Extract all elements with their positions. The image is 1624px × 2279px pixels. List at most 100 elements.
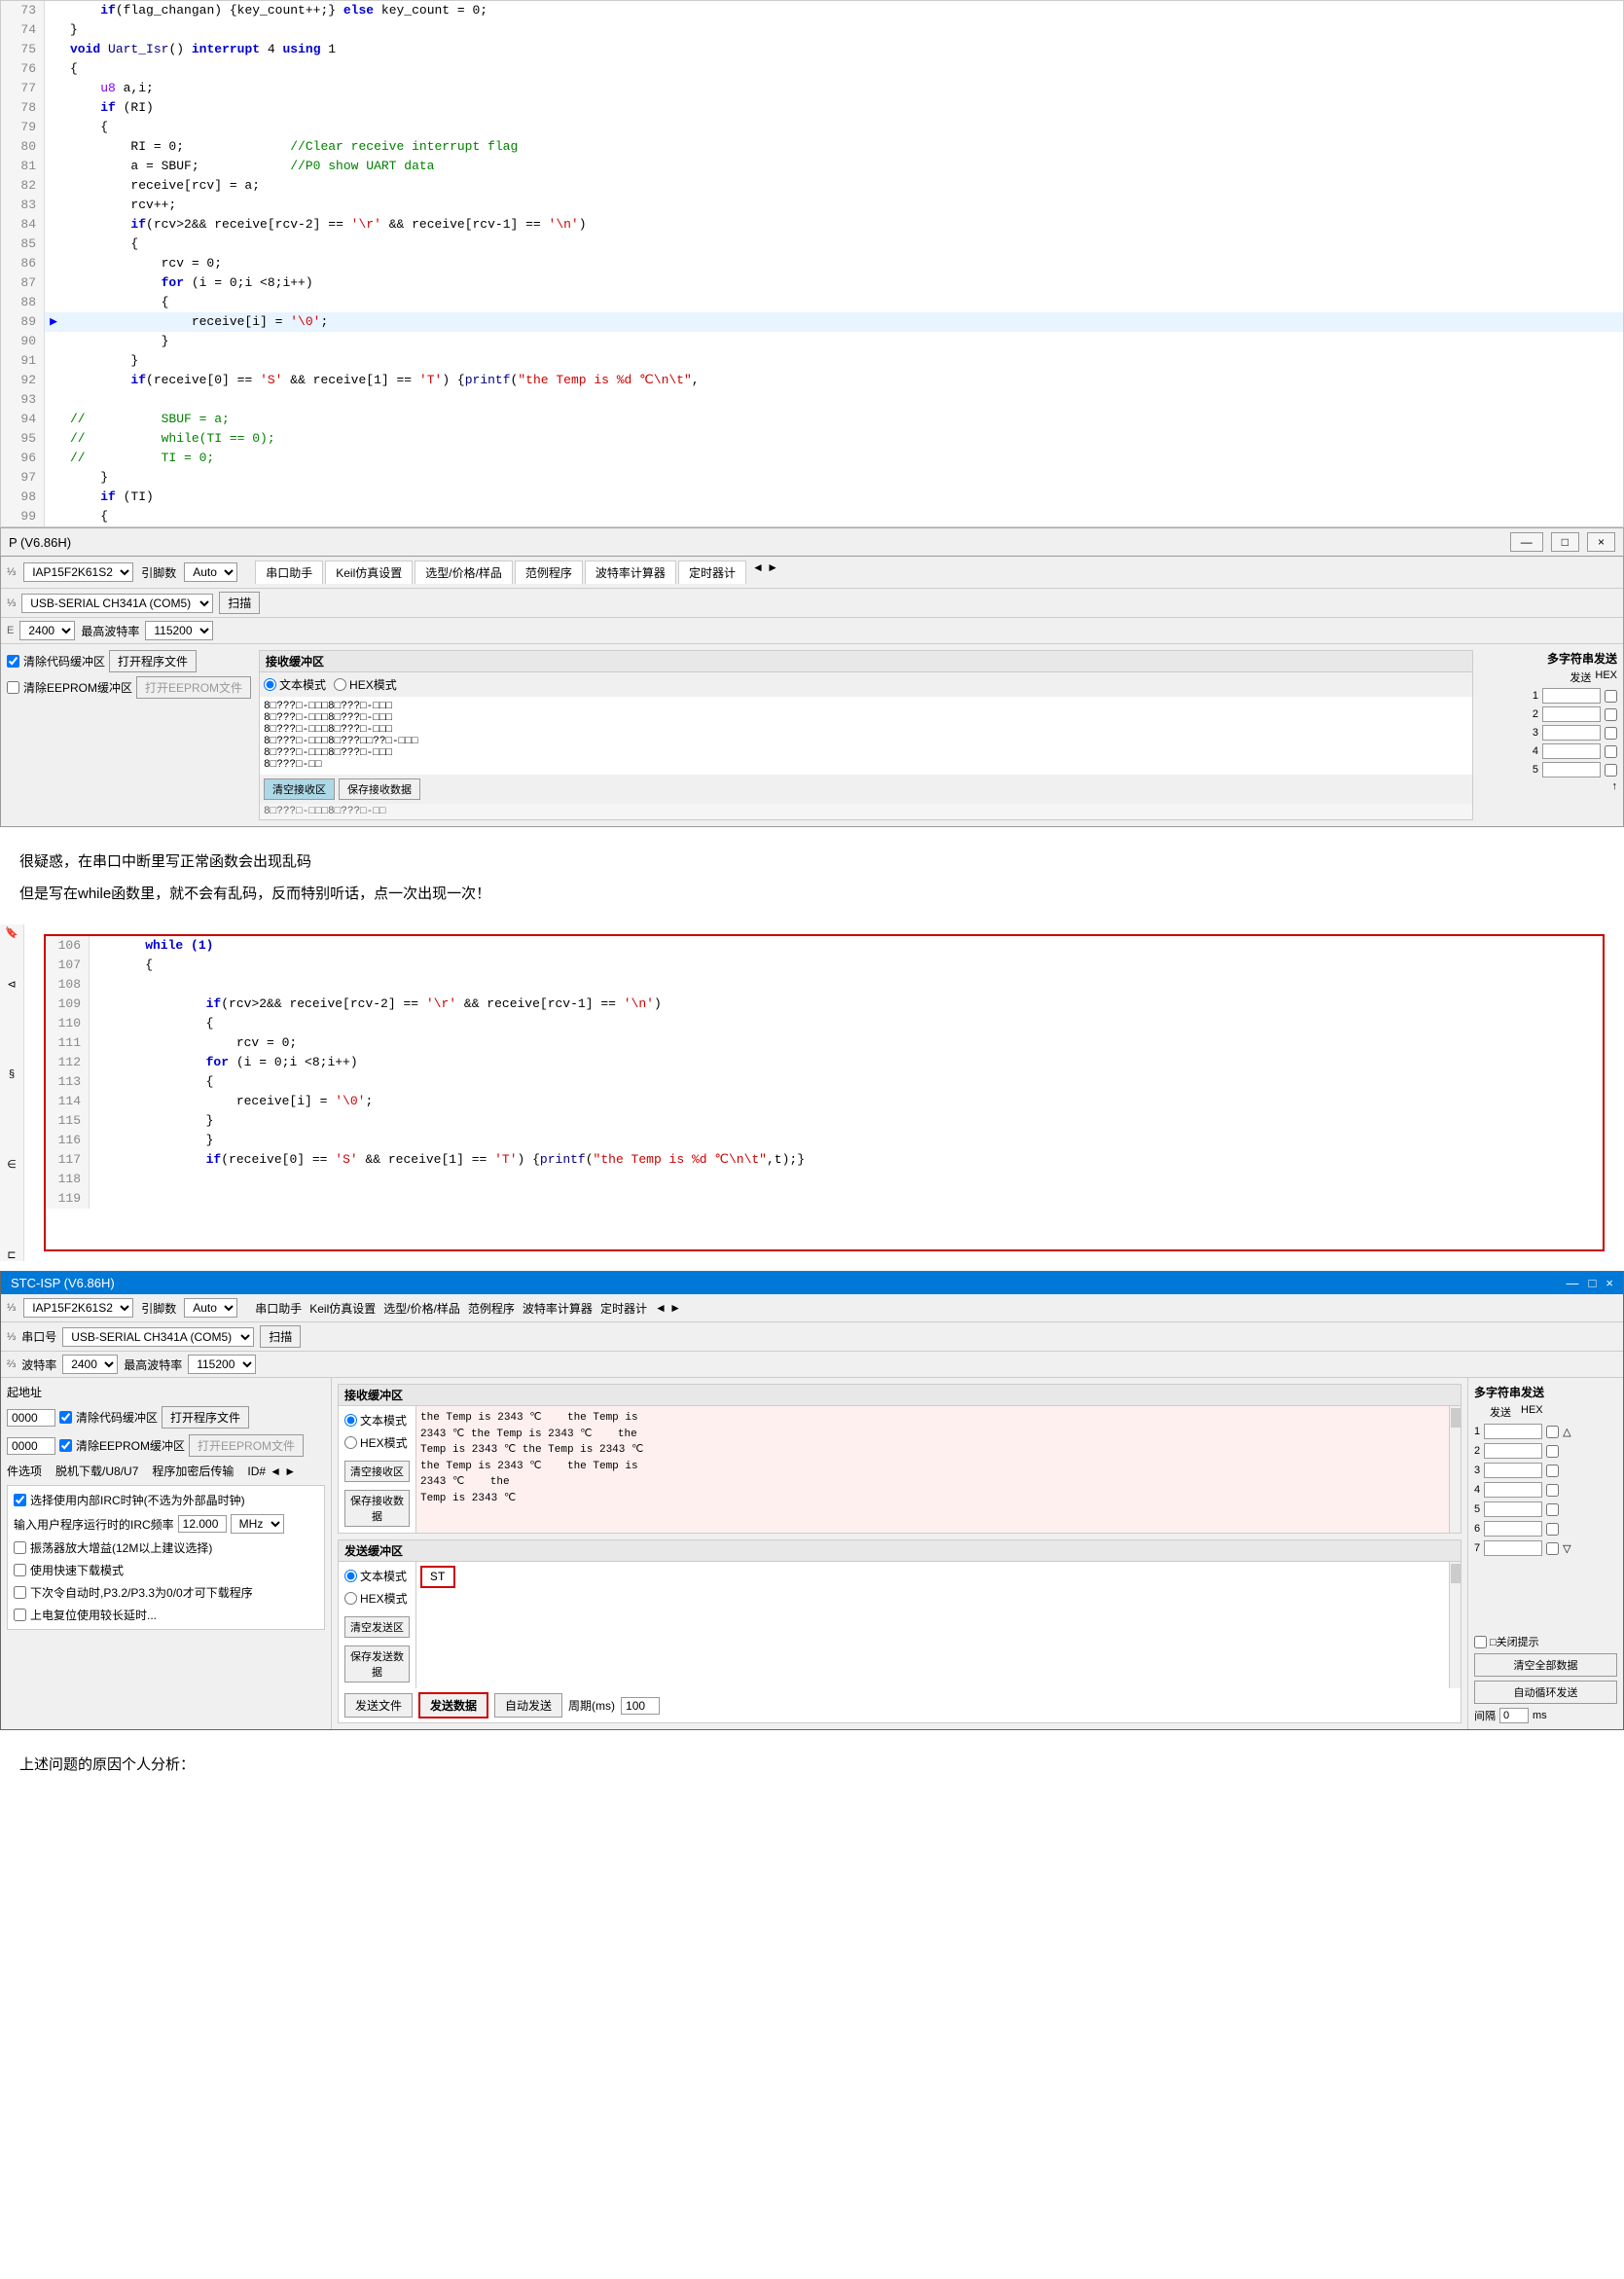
send-input-box[interactable]: ST — [420, 1566, 455, 1588]
multi-cb-1[interactable] — [1546, 1426, 1559, 1438]
stc-minimize[interactable]: — — [1567, 1276, 1579, 1290]
irc-cb-1[interactable] — [14, 1494, 26, 1506]
irc-freq-unit[interactable]: MHz — [231, 1514, 284, 1534]
interval-input[interactable] — [1499, 1708, 1529, 1723]
code-line-85: 85 { — [1, 235, 1623, 254]
fast-cb[interactable] — [14, 1564, 26, 1576]
send-text-radio[interactable] — [344, 1570, 357, 1582]
multi-cb-6[interactable] — [1546, 1523, 1559, 1536]
port-select-1[interactable]: USB-SERIAL CH341A (COM5) — [21, 594, 213, 613]
auto-send-btn[interactable]: 自动发送 — [494, 1693, 562, 1718]
recv-hex-radio[interactable] — [344, 1436, 357, 1449]
multi-cb-7[interactable] — [1546, 1542, 1559, 1555]
send-input-1-5[interactable] — [1542, 762, 1601, 778]
recv-scrollbar[interactable] — [1449, 1406, 1461, 1533]
clear-eeprom-cb-full[interactable] — [59, 1439, 72, 1452]
cb-line-110: 110 { — [46, 1014, 1603, 1033]
hex-mode-radio-1[interactable] — [334, 678, 346, 691]
send-scrollbar[interactable] — [1449, 1562, 1461, 1688]
multi-cb-4[interactable] — [1546, 1484, 1559, 1497]
clear-code-cb-full[interactable] — [59, 1411, 72, 1424]
multi-input-2[interactable] — [1484, 1443, 1542, 1459]
clear-recv-btn-full[interactable]: 清空接收区 — [344, 1461, 410, 1482]
tab-serial-1[interactable]: 串口助手 — [255, 561, 323, 584]
multi-input-7[interactable] — [1484, 1540, 1542, 1556]
stc-close[interactable]: × — [1606, 1276, 1613, 1290]
pin-count-select-full[interactable]: Auto — [184, 1298, 237, 1318]
amp-cb[interactable] — [14, 1541, 26, 1554]
max-baud-select-full[interactable]: 115200 — [188, 1355, 256, 1374]
save-recv-btn-1[interactable]: 保存接收数据 — [339, 778, 420, 800]
multi-cb-2[interactable] — [1546, 1445, 1559, 1458]
multi-input-4[interactable] — [1484, 1482, 1542, 1498]
send-cb-1-1[interactable] — [1605, 690, 1617, 703]
code-line-90: 90 } — [1, 332, 1623, 351]
period-input[interactable] — [621, 1697, 660, 1715]
multi-cb-5[interactable] — [1546, 1503, 1559, 1516]
send-hex-radio[interactable] — [344, 1592, 357, 1605]
clear-recv-btn-1[interactable]: 清空接收区 — [264, 778, 335, 800]
save-recv-btn-full[interactable]: 保存接收数据 — [344, 1490, 410, 1527]
recv-text-radio[interactable] — [344, 1414, 357, 1427]
send-cb-1-3[interactable] — [1605, 727, 1617, 740]
irc-freq-input[interactable] — [178, 1515, 227, 1533]
send-content-area[interactable]: ST — [416, 1562, 1449, 1688]
code-line-73: 73 if(flag_changan) {key_count++;} else … — [1, 1, 1623, 20]
open-program-btn-1[interactable]: 打开程序文件 — [109, 650, 197, 672]
send-cb-1-4[interactable] — [1605, 745, 1617, 758]
send-input-1-4[interactable] — [1542, 743, 1601, 759]
addr1-input[interactable] — [7, 1409, 55, 1427]
text-mode-radio-1[interactable] — [264, 678, 276, 691]
clear-eeprom-cb-1[interactable] — [7, 681, 19, 694]
addr2-input[interactable] — [7, 1437, 55, 1455]
multi-row-2: 2 — [1474, 1443, 1617, 1459]
more-cb[interactable] — [14, 1609, 26, 1621]
tab-timer-1[interactable]: 定时器计 — [678, 561, 746, 584]
baud-select-1[interactable]: 2400 — [19, 621, 75, 640]
send-cb-1-2[interactable] — [1605, 708, 1617, 721]
tab-example-1[interactable]: 范例程序 — [515, 561, 583, 584]
send-file-btn[interactable]: 发送文件 — [344, 1693, 413, 1718]
scan-button-1[interactable]: 扫描 — [219, 592, 260, 614]
stc-win-controls[interactable]: — □ × — [1567, 1276, 1613, 1290]
auto-loop-btn[interactable]: 自动循环发送 — [1474, 1681, 1617, 1704]
close-button[interactable]: × — [1587, 532, 1615, 552]
scan-btn-full[interactable]: 扫描 — [260, 1325, 301, 1348]
clear-send-btn[interactable]: 清空发送区 — [344, 1616, 410, 1638]
window1-controls[interactable]: — □ × — [1510, 532, 1615, 552]
multi-input-6[interactable] — [1484, 1521, 1542, 1537]
multi-input-3[interactable] — [1484, 1463, 1542, 1478]
open-program-btn-full[interactable]: 打开程序文件 — [162, 1406, 249, 1429]
send-input-1-2[interactable] — [1542, 706, 1601, 722]
open-eeprom-btn-full[interactable]: 打开EEPROM文件 — [189, 1434, 304, 1457]
send-cb-1-5[interactable] — [1605, 764, 1617, 777]
minimize-button[interactable]: — — [1510, 532, 1543, 552]
clear-all-btn[interactable]: 清空全部数据 — [1474, 1653, 1617, 1677]
multi-cb-3[interactable] — [1546, 1465, 1559, 1477]
multi-input-1[interactable] — [1484, 1424, 1542, 1439]
send-input-1-1[interactable] — [1542, 688, 1601, 704]
save-send-btn[interactable]: 保存发送数据 — [344, 1646, 410, 1682]
chip-model-select-full[interactable]: IAP15F2K61S2 — [23, 1298, 133, 1318]
p3-cb[interactable] — [14, 1586, 26, 1599]
tab-model-1[interactable]: 选型/价格/样品 — [415, 561, 513, 584]
chip-model-select-1[interactable]: IAP15F2K61S2 — [23, 562, 133, 582]
stc-maximize[interactable]: □ — [1589, 1276, 1597, 1290]
multi-input-5[interactable] — [1484, 1501, 1542, 1517]
pin-count-select-1[interactable]: Auto — [184, 562, 237, 582]
port-select-full[interactable]: USB-SERIAL CH341A (COM5) — [62, 1327, 254, 1347]
send-input-1-3[interactable] — [1542, 725, 1601, 741]
maximize-button[interactable]: □ — [1551, 532, 1579, 552]
tab-keil-1[interactable]: Keil仿真设置 — [325, 561, 413, 584]
open-eeprom-btn-1[interactable]: 打开EEPROM文件 — [136, 676, 251, 699]
code-line-95: 95 // while(TI == 0); — [1, 429, 1623, 449]
max-baud-select-1[interactable]: 115200 — [145, 621, 213, 640]
panel1-chip-label: ⅓ — [7, 566, 16, 578]
baud-select-full[interactable]: 2400 — [62, 1355, 118, 1374]
clear-code-cb-1[interactable] — [7, 655, 19, 668]
send-data-btn[interactable]: 发送数据 — [418, 1692, 488, 1718]
tab-baud-1[interactable]: 波特率计算器 — [585, 561, 676, 584]
code-block-red: 106 while (1) 107 { 108 109 if(rcv>2&& r… — [44, 934, 1605, 1251]
close-hint-cb[interactable] — [1474, 1636, 1487, 1648]
cb-line-107: 107 { — [46, 956, 1603, 975]
